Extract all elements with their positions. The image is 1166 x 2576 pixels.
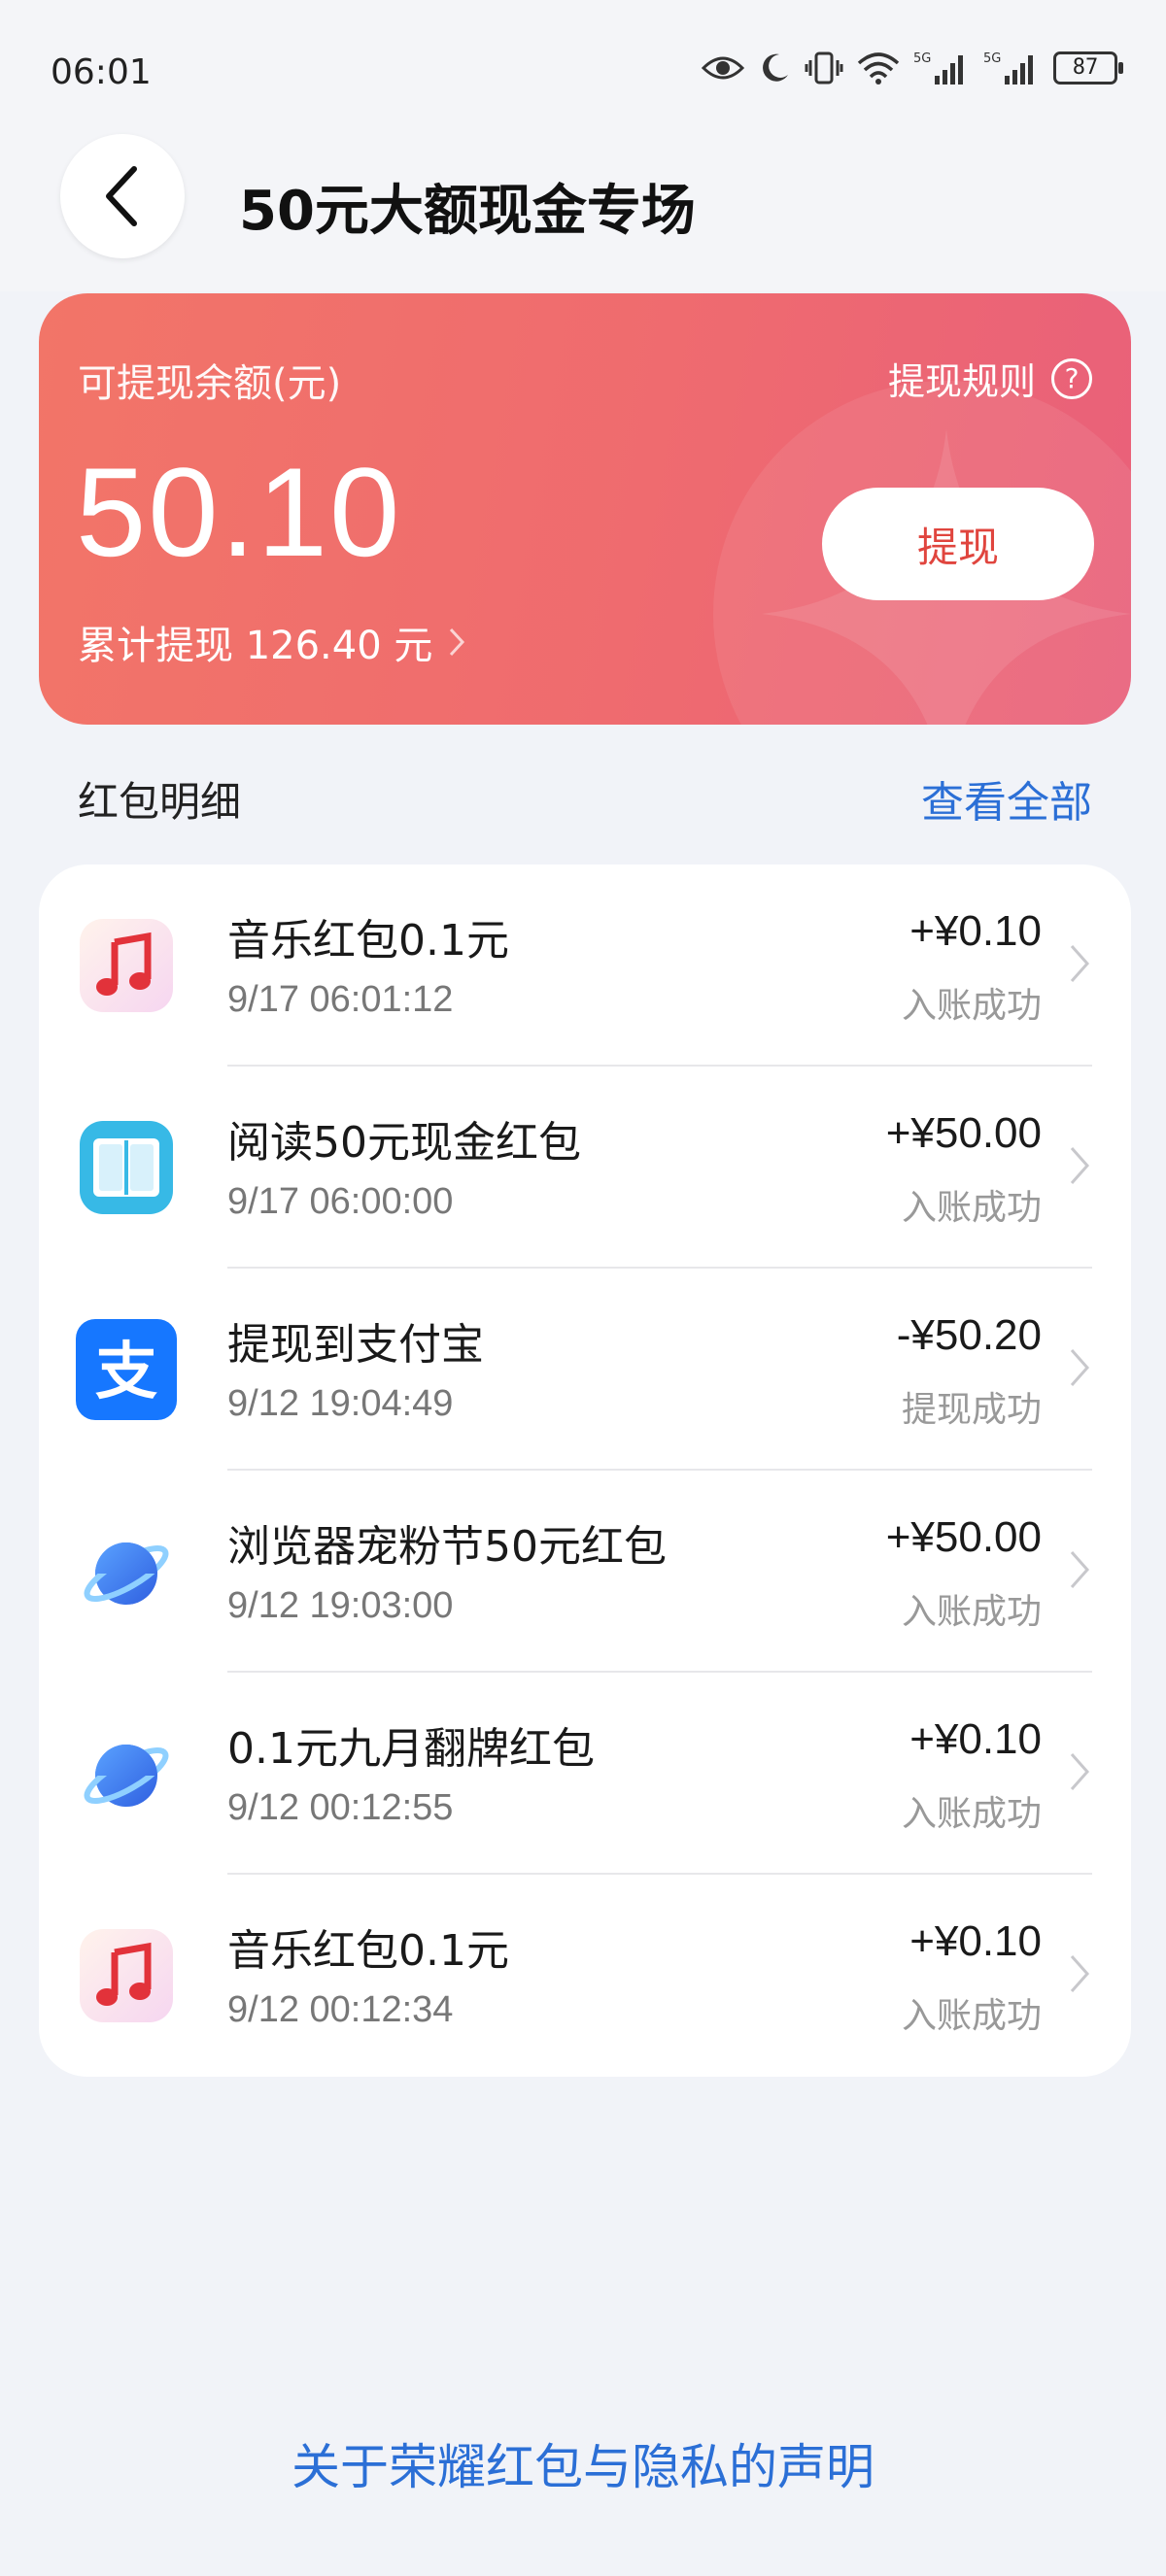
withdraw-rules-link[interactable]: 提现规则 ? (888, 352, 1092, 405)
privacy-statement-link[interactable]: 关于荣耀红包与隐私的声明 (0, 2428, 1166, 2498)
cumulative-withdraw-text: 累计提现 126.40 元 (78, 624, 433, 668)
record-time: 9/12 00:12:55 (227, 1787, 454, 1828)
record-time: 9/12 19:03:00 (227, 1585, 454, 1626)
chevron-right-icon (1070, 1147, 1090, 1184)
music-icon (80, 919, 173, 1012)
record-name: 浏览器宠粉节50元红包 (227, 1522, 667, 1572)
signal-icon: 5G (913, 51, 963, 85)
list-item[interactable]: 浏览器宠粉节50元红包 9/12 19:03:00 +¥50.00 入账成功 (39, 1471, 1131, 1673)
status-icons: 5G 5G 87 (702, 51, 1123, 85)
record-status: 入账成功 (901, 1996, 1042, 2036)
wifi-icon (857, 52, 900, 85)
music-icon (80, 1929, 173, 2022)
browser-icon (84, 1745, 169, 1807)
record-amount: -¥50.20 (896, 1311, 1042, 1359)
list-item[interactable]: 音乐红包0.1元 9/12 00:12:34 +¥0.10 入账成功 (39, 1875, 1131, 2077)
record-time: 9/17 06:01:12 (227, 979, 454, 1020)
withdraw-button[interactable]: 提现 (822, 488, 1094, 600)
signal-icon: 5G (983, 51, 1033, 85)
alipay-glyph: 支 (95, 1337, 157, 1408)
chevron-right-icon (1070, 1753, 1090, 1790)
view-all-link[interactable]: 查看全部 (921, 767, 1092, 830)
withdraw-rules-label: 提现规则 (887, 360, 1036, 403)
record-name: 音乐红包0.1元 (227, 1926, 509, 1976)
chevron-right-icon (1070, 1955, 1090, 1992)
record-time: 9/17 06:00:00 (227, 1181, 454, 1222)
status-time: 06:01 (51, 52, 152, 92)
signal-5g-label: 5G (913, 51, 931, 66)
record-time: 9/12 00:12:34 (227, 1989, 454, 2030)
records-list: 音乐红包0.1元 9/17 06:01:12 +¥0.10 入账成功 阅读50元… (39, 864, 1131, 2077)
record-status: 提现成功 (901, 1390, 1042, 1430)
record-amount: +¥0.10 (909, 1917, 1042, 1965)
list-item[interactable]: 支 提现到支付宝 9/12 19:04:49 -¥50.20 提现成功 (39, 1269, 1131, 1471)
record-name: 提现到支付宝 (227, 1320, 484, 1370)
record-amount: +¥50.00 (885, 1109, 1042, 1157)
browser-icon (84, 1542, 169, 1605)
record-name: 阅读50元现金红包 (227, 1118, 581, 1168)
list-item[interactable]: 阅读50元现金红包 9/17 06:00:00 +¥50.00 入账成功 (39, 1067, 1131, 1269)
chevron-right-icon (1070, 1551, 1090, 1588)
status-bar: 06:01 5G 5G 87 (0, 0, 1166, 146)
battery-indicator: 87 (1053, 51, 1123, 85)
help-icon: ? (1051, 357, 1092, 399)
record-amount: +¥0.10 (909, 907, 1042, 955)
signal-5g-label: 5G (983, 51, 1001, 66)
balance-label: 可提现余额(元) (78, 361, 342, 406)
record-amount: +¥0.10 (909, 1715, 1042, 1763)
record-time: 9/12 19:04:49 (227, 1383, 454, 1424)
record-status: 入账成功 (901, 1794, 1042, 1834)
chevron-right-icon (1070, 1349, 1090, 1386)
vibrate-icon (805, 51, 843, 85)
chevron-right-icon (450, 627, 465, 657)
back-button[interactable] (60, 134, 185, 258)
section-title: 红包明细 (78, 778, 242, 826)
cumulative-withdraw-link[interactable]: 累计提现 126.40 元 (78, 614, 465, 670)
eye-icon (702, 56, 744, 80)
chevron-left-icon (106, 166, 137, 226)
balance-card: 可提现余额(元) 提现规则 ? 50.10 累计提现 126.40 元 提现 (39, 293, 1131, 725)
list-item[interactable]: 音乐红包0.1元 9/17 06:01:12 +¥0.10 入账成功 (39, 864, 1131, 1067)
reading-icon (80, 1121, 173, 1214)
chevron-right-icon (1070, 945, 1090, 982)
balance-amount: 50.10 (76, 441, 402, 583)
record-status: 入账成功 (901, 1188, 1042, 1228)
record-amount: +¥50.00 (885, 1513, 1042, 1561)
alipay-icon: 支 (76, 1319, 177, 1420)
record-name: 0.1元九月翻牌红包 (227, 1724, 595, 1774)
page-title: 50元大额现金专场 (239, 180, 696, 243)
record-status: 入账成功 (901, 1592, 1042, 1632)
record-status: 入账成功 (901, 986, 1042, 1026)
list-item[interactable]: 0.1元九月翻牌红包 9/12 00:12:55 +¥0.10 入账成功 (39, 1673, 1131, 1875)
moon-icon (763, 53, 788, 82)
record-name: 音乐红包0.1元 (227, 916, 509, 966)
